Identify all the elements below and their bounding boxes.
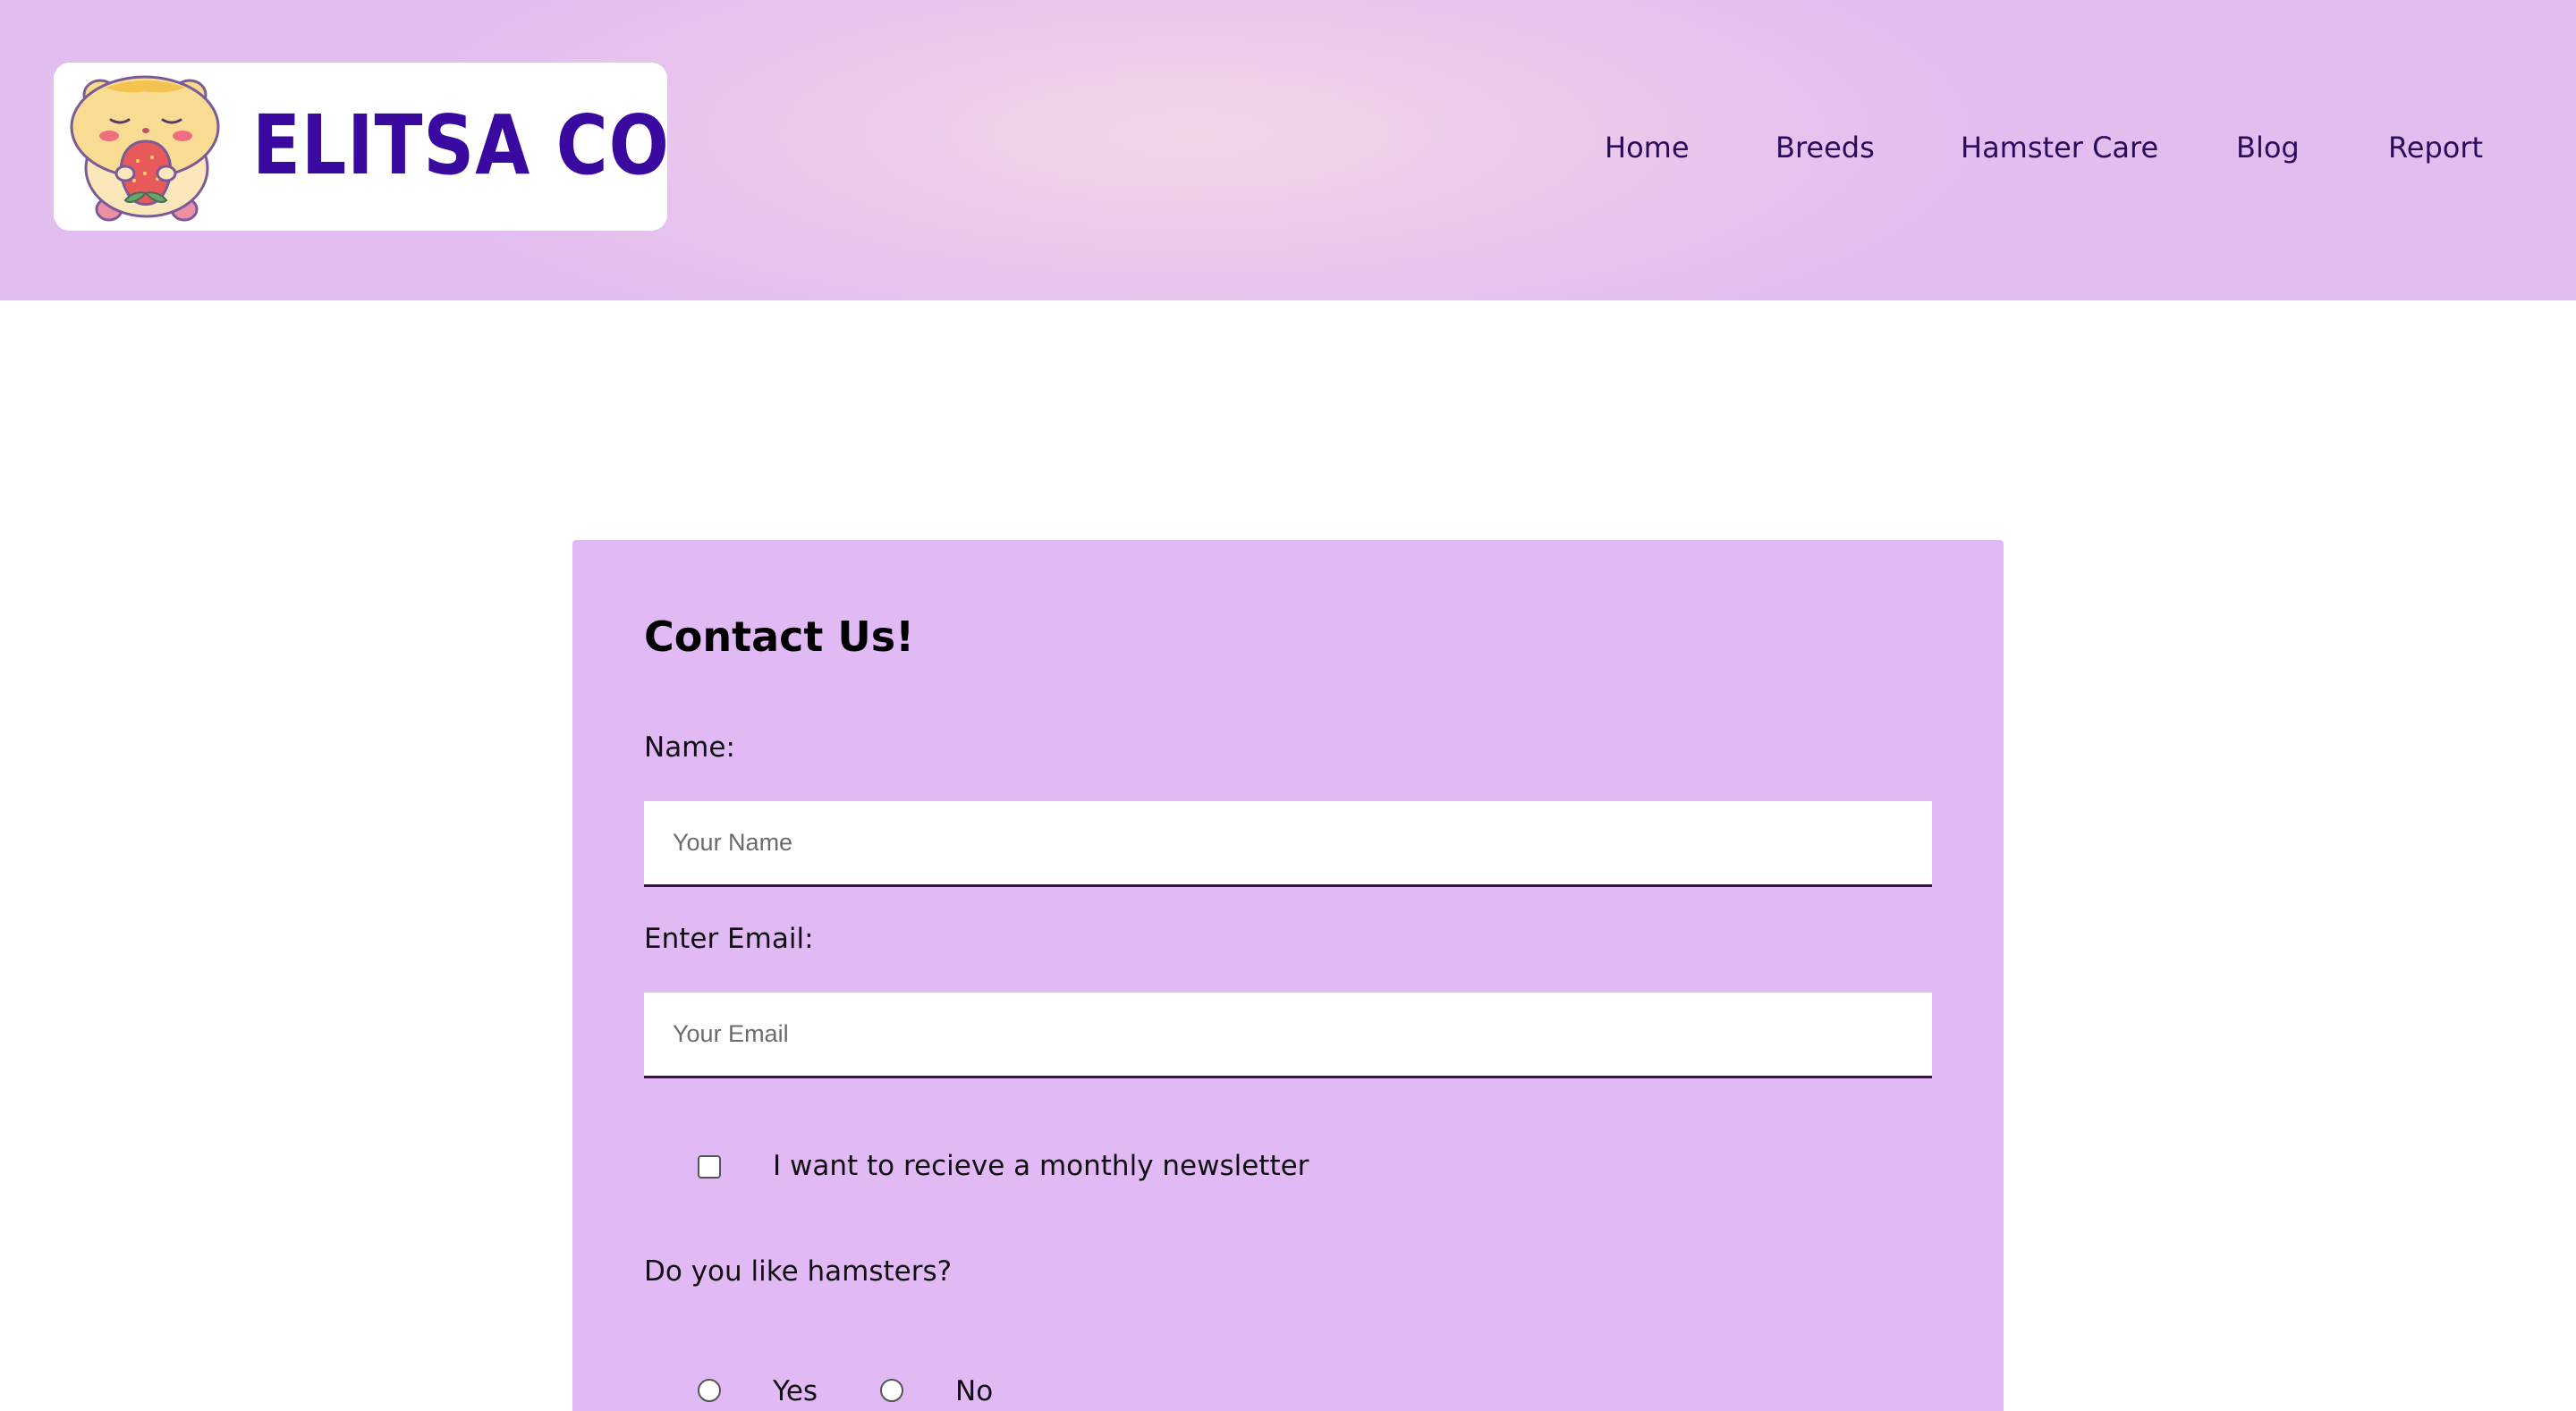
nav-link-blog[interactable]: Blog [2236,125,2300,170]
form-title: Contact Us! [644,613,915,661]
radio-yes-label: Yes [773,1375,818,1407]
nav-link-hamster-care[interactable]: Hamster Care [1961,125,2158,170]
nav-link-report[interactable]: Report [2388,125,2483,170]
email-input[interactable] [644,993,1932,1078]
radio-no-label: No [955,1375,994,1407]
newsletter-label: I want to recieve a monthly newsletter [773,1150,1309,1182]
hamster-question: Do you like hamsters? [644,1255,953,1288]
main-nav: Home Breeds Hamster Care Blog Report [0,125,2576,170]
contact-form-card: Contact Us! Name: Enter Email: I want to… [572,540,2004,1411]
nav-link-breeds[interactable]: Breeds [1775,125,1875,170]
name-input[interactable] [644,801,1932,887]
radio-yes[interactable] [698,1379,721,1402]
email-label: Enter Email: [644,923,814,955]
radio-no[interactable] [880,1379,903,1402]
newsletter-checkbox[interactable] [698,1155,721,1179]
nav-link-home[interactable]: Home [1605,125,1690,170]
name-label: Name: [644,731,735,764]
site-header: ELITSA CO Home Breeds Hamster Care Blog … [0,0,2576,300]
